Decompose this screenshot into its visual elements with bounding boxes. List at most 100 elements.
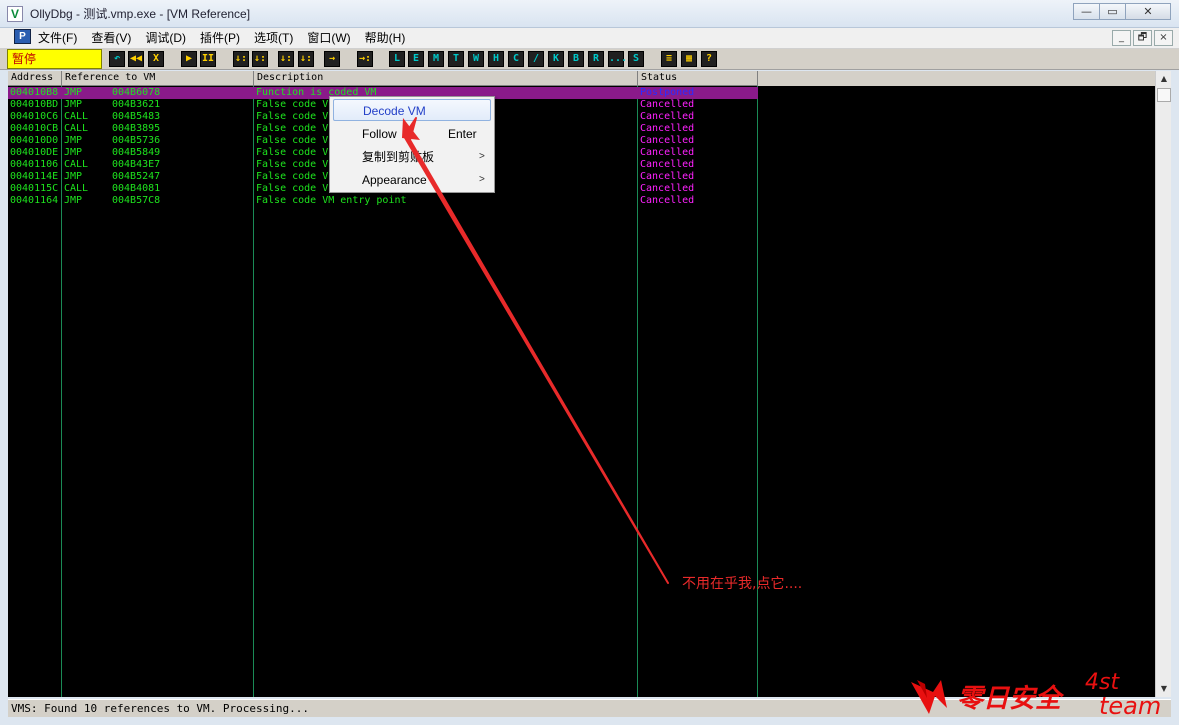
address-cell: 004010D0 [10, 135, 59, 146]
scroll-thumb[interactable] [1157, 88, 1171, 102]
status-cell: Cancelled [640, 123, 695, 134]
ollydbg-app-icon: V [7, 6, 23, 22]
status-cell: Cancelled [640, 159, 695, 170]
jump-type-cell: CALL [64, 123, 89, 134]
menu-file[interactable]: 文件(F) [38, 30, 77, 46]
reference-cell: 004B5736 [112, 135, 161, 146]
reference-cell: 004B5247 [112, 171, 161, 182]
jump-type-cell: JMP [64, 99, 83, 110]
menu-item-appearance[interactable]: Appearance > [333, 169, 491, 191]
jump-type-cell: JMP [64, 135, 83, 146]
reference-cell: 004B3621 [112, 99, 161, 110]
column-header-status[interactable]: Status [638, 71, 758, 86]
table-row[interactable]: 00401164 JMP 004B57C8 False code VM entry p… [8, 195, 758, 207]
menu-help[interactable]: 帮助(H) [365, 30, 406, 46]
toolbar-button-11[interactable]: →: [357, 51, 373, 67]
menu-item-follow[interactable]: Follow Enter [333, 123, 491, 145]
submenu-arrow-icon: > [479, 151, 485, 162]
window-title: OllyDbg - 测试.vmp.exe - [VM Reference] [30, 7, 251, 21]
child-minimize-button[interactable]: _ [1112, 30, 1131, 46]
reference-cell: 004B4081 [112, 183, 161, 194]
plugin-window-icon[interactable]: P [14, 29, 31, 44]
jump-type-cell: JMP [64, 171, 83, 182]
address-cell: 004010B8 [10, 87, 59, 98]
jump-type-cell: CALL [64, 183, 89, 194]
menu-view[interactable]: 查看(V) [91, 30, 131, 46]
description-cell: False code V [256, 171, 329, 182]
toolbar-button-5[interactable]: II [200, 51, 216, 67]
description-cell: False code V [256, 159, 329, 170]
toolbar-button-4[interactable]: ▶ [181, 51, 197, 67]
toolbar-button-23[interactable]: ... [608, 51, 627, 67]
description-cell: False code V [256, 183, 329, 194]
column-header-description[interactable]: Description [254, 71, 638, 86]
submenu-arrow-icon: > [479, 174, 485, 185]
toolbar-button-2[interactable]: ◀◀ [128, 51, 144, 67]
child-close-button[interactable]: × [1154, 30, 1173, 46]
column-headers: Address Reference to VM Description Stat… [8, 71, 1155, 86]
jump-type-cell: JMP [64, 147, 83, 158]
toolbar-button-14[interactable]: M [428, 51, 444, 67]
menu-item-decode-vm[interactable]: Decode VM [333, 99, 491, 121]
toolbar-button-25[interactable]: ≡ [661, 51, 677, 67]
menu-item-label: Follow [362, 127, 397, 141]
toolbar-button-1[interactable]: ↶ [109, 51, 125, 67]
address-cell: 0040114E [10, 171, 59, 182]
toolbar-button-18[interactable]: C [508, 51, 524, 67]
toolbar-button-9[interactable]: ↓: [298, 51, 314, 67]
scroll-up-icon[interactable]: ▲ [1156, 71, 1172, 87]
toolbar-button-20[interactable]: K [548, 51, 564, 67]
toolbar-button-12[interactable]: L [389, 51, 405, 67]
status-cell: Cancelled [640, 147, 695, 158]
toolbar-button-8[interactable]: ↓: [278, 51, 294, 67]
watermark-team: team [1099, 692, 1162, 720]
toolbar-button-3[interactable]: X [148, 51, 164, 67]
maximize-button[interactable]: ▭ [1099, 3, 1126, 20]
address-cell: 004010BD [10, 99, 59, 110]
menu-plugins[interactable]: 插件(P) [200, 30, 240, 46]
toolbar-button-24[interactable]: S [628, 51, 644, 67]
toolbar-button-17[interactable]: H [488, 51, 504, 67]
menu-window[interactable]: 窗口(W) [307, 30, 350, 46]
toolbar-button-7[interactable]: ↓: [252, 51, 268, 67]
menu-item-label: Appearance [362, 173, 427, 187]
title-bar: V OllyDbg - 测试.vmp.exe - [VM Reference] … [0, 0, 1179, 28]
menu-items: 文件(F) 查看(V) 调试(D) 插件(P) 选项(T) 窗口(W) 帮助(H… [38, 30, 419, 46]
toolbar-button-16[interactable]: W [468, 51, 484, 67]
toolbar-button-26[interactable]: ▦ [681, 51, 697, 67]
status-cell: Cancelled [640, 99, 695, 110]
toolbar-button-27[interactable]: ? [701, 51, 717, 67]
annotation-text: 不用在乎我,点它.... [682, 576, 803, 592]
address-cell: 004010C6 [10, 111, 59, 122]
vertical-scrollbar[interactable]: ▲ ▼ [1155, 71, 1171, 697]
child-restore-button[interactable]: 🗗 [1133, 30, 1152, 46]
column-header-address[interactable]: Address [8, 71, 62, 86]
toolbar-button-21[interactable]: B [568, 51, 584, 67]
address-cell: 004010DE [10, 147, 59, 158]
status-cell: Cancelled [640, 183, 695, 194]
menu-item-label: Decode VM [363, 104, 426, 118]
toolbar-button-13[interactable]: E [408, 51, 424, 67]
status-cell: Cancelled [640, 135, 695, 146]
menu-item-copy-to-clipboard[interactable]: 复制到剪贴板 > [333, 146, 491, 168]
reference-cell: 004B5849 [112, 147, 161, 158]
toolbar-button-6[interactable]: ↓: [233, 51, 249, 67]
menu-item-shortcut: Enter [448, 127, 477, 141]
toolbar-button-10[interactable]: → [324, 51, 340, 67]
watermark-chinese: 零日安全 [957, 684, 1062, 714]
minimize-button[interactable]: — [1073, 3, 1100, 20]
menu-options[interactable]: 选项(T) [254, 30, 293, 46]
toolbar-button-22[interactable]: R [588, 51, 604, 67]
vm-reference-list[interactable]: 004010B8 JMP 004B6078 Function is coded VM P… [8, 86, 1155, 697]
watermark-logo-icon [911, 680, 947, 714]
address-cell: 00401164 [10, 195, 59, 206]
description-cell: False code V [256, 99, 329, 110]
menu-item-label: 复制到剪贴板 [362, 150, 435, 164]
menu-debug[interactable]: 调试(D) [145, 30, 186, 46]
toolbar-button-19[interactable]: / [528, 51, 544, 67]
column-header-reference[interactable]: Reference to VM [62, 71, 254, 86]
description-cell: False code V [256, 135, 329, 146]
status-cell: Cancelled [640, 195, 695, 206]
close-button[interactable]: ✕ [1125, 3, 1171, 20]
toolbar-button-15[interactable]: T [448, 51, 464, 67]
